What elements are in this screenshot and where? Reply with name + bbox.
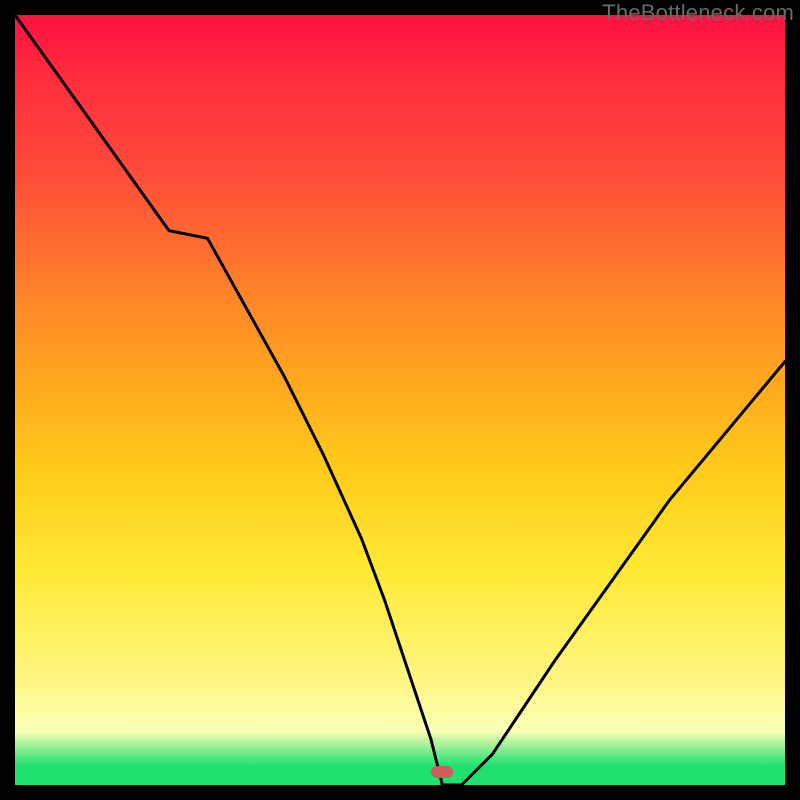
chart-frame: TheBottleneck.com <box>0 0 800 800</box>
plot-area <box>15 15 785 785</box>
bottleneck-curve <box>15 15 785 785</box>
optimal-point-marker <box>431 766 453 778</box>
watermark-text: TheBottleneck.com <box>602 0 794 26</box>
